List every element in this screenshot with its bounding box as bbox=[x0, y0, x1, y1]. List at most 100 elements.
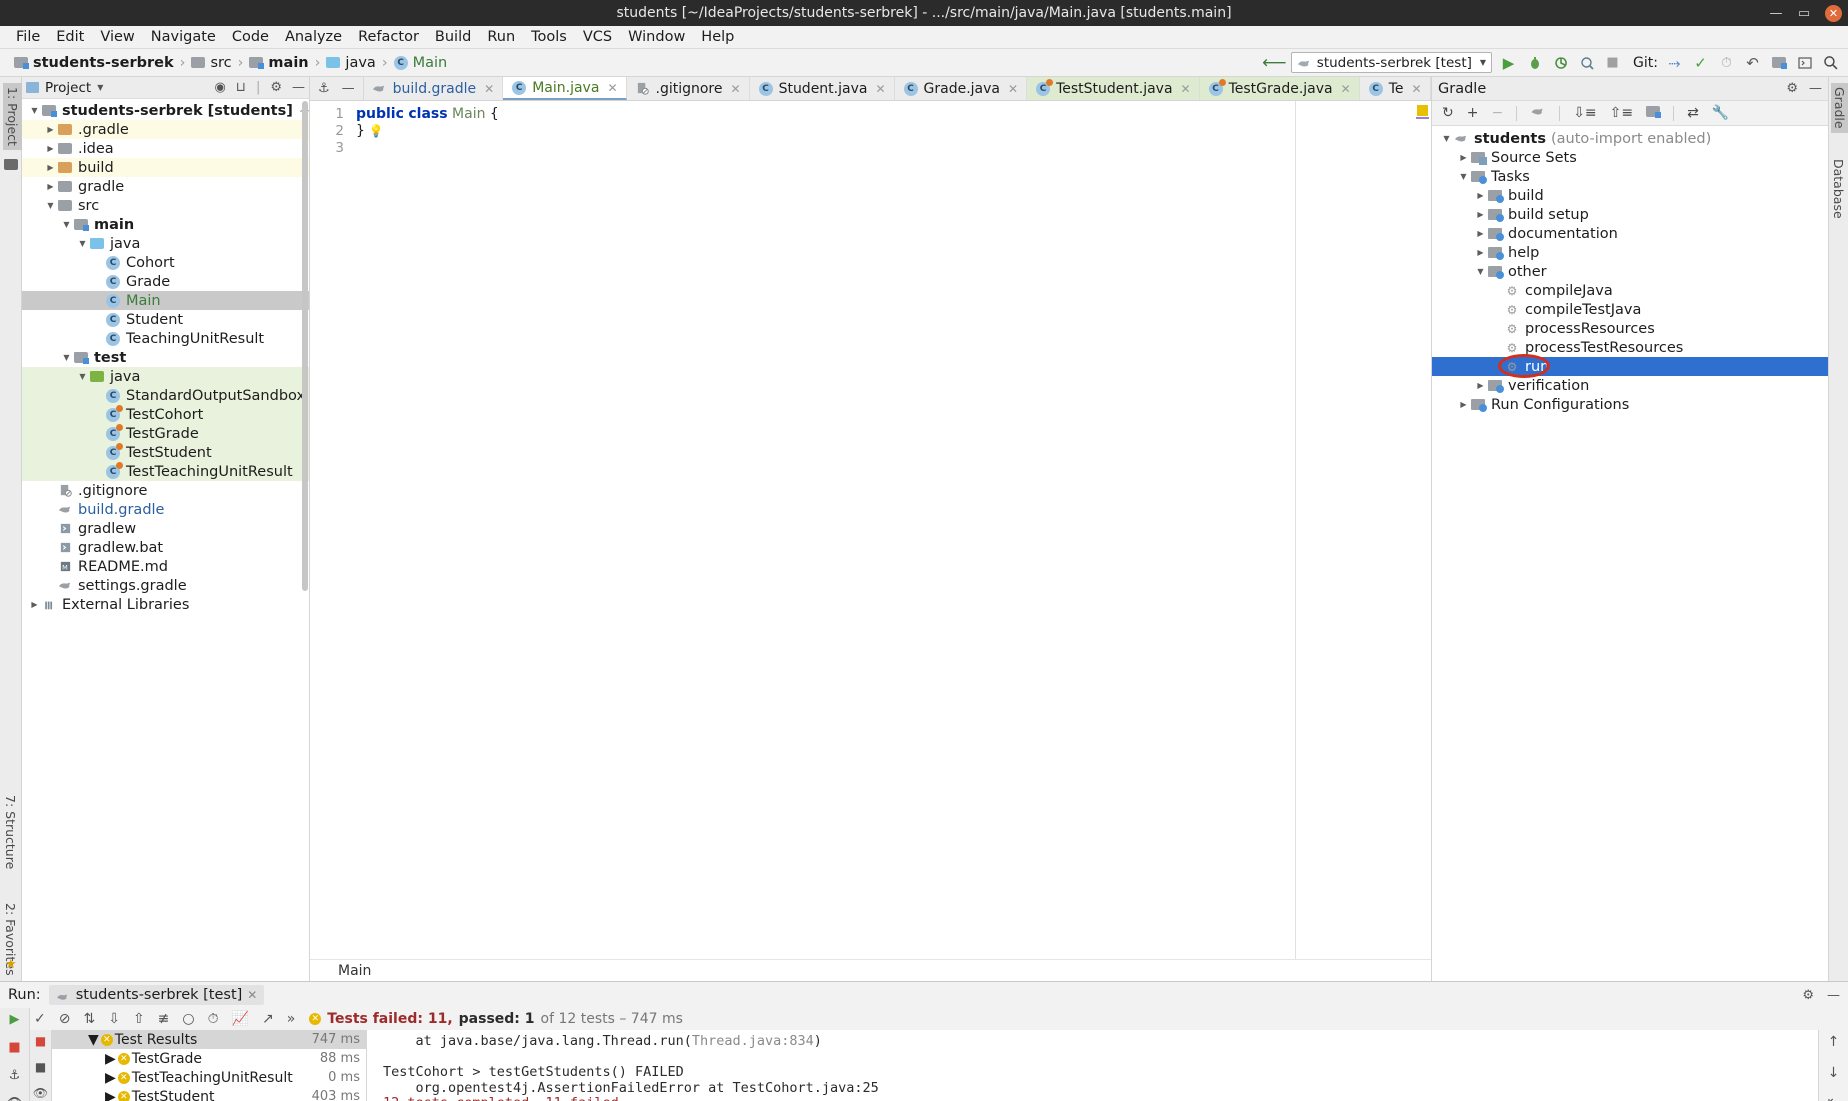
test-result-row[interactable]: ▼ ✕ Test Results 747 ms bbox=[52, 1030, 366, 1049]
gradle-task-tree[interactable]: ▼ students (auto-import enabled) ▶ Source Se… bbox=[1432, 126, 1828, 981]
collapse-icon[interactable]: ≢ bbox=[158, 1011, 170, 1027]
chevron-right-icon[interactable]: ▶ bbox=[1474, 191, 1487, 200]
project-tree-row[interactable]: gradlew bbox=[22, 519, 309, 538]
menu-view[interactable]: View bbox=[92, 27, 142, 47]
profiler-icon[interactable] bbox=[1577, 53, 1596, 72]
project-tree-row[interactable]: ▶ .idea bbox=[22, 139, 309, 158]
chevron-right-icon[interactable]: ▶ bbox=[105, 1051, 116, 1067]
settings-icon[interactable]: 🔧 bbox=[1712, 105, 1729, 121]
project-tree-row[interactable]: ▼ java bbox=[22, 234, 309, 253]
rerun-failed-icon[interactable]: ⊘ bbox=[59, 1011, 71, 1027]
menu-analyze[interactable]: Analyze bbox=[277, 27, 350, 47]
hide-run-icon[interactable]: 👁 bbox=[6, 1096, 23, 1101]
settings-icon[interactable]: ⚙ bbox=[270, 80, 282, 95]
project-tree-row[interactable]: C TestTeachingUnitResult bbox=[22, 461, 309, 481]
run-coverage-icon[interactable] bbox=[1551, 53, 1570, 72]
code-line[interactable]: } 💡 bbox=[356, 123, 1295, 140]
project-tree-row[interactable]: ▼ java bbox=[22, 367, 309, 386]
menu-navigate[interactable]: Navigate bbox=[143, 27, 224, 47]
project-tree-row[interactable]: ▶ gradle bbox=[22, 177, 309, 196]
rollback-icon[interactable]: ↶ bbox=[1743, 53, 1762, 72]
scroll-down-icon[interactable]: ↓ bbox=[1828, 1065, 1840, 1081]
close-icon[interactable]: ✕ bbox=[731, 82, 741, 96]
chevron-right-icon[interactable]: ▶ bbox=[44, 144, 57, 153]
breadcrumb-item-main-class[interactable]: C Main bbox=[393, 55, 447, 71]
chevron-right-icon[interactable]: ▶ bbox=[1474, 229, 1487, 238]
stop-icon[interactable]: ■ bbox=[8, 1040, 20, 1055]
breadcrumb-item-java[interactable]: java bbox=[326, 55, 376, 71]
close-icon[interactable]: ✕ bbox=[607, 81, 617, 95]
project-tree-row[interactable]: gradlew.bat bbox=[22, 538, 309, 557]
chevron-right-icon[interactable]: ▶ bbox=[1474, 248, 1487, 257]
menu-vcs[interactable]: VCS bbox=[575, 27, 620, 47]
run-icon[interactable]: ▶ bbox=[1499, 53, 1518, 72]
locate-icon[interactable]: ◉ bbox=[214, 80, 225, 95]
project-tree-row[interactable]: ▶ build bbox=[22, 158, 309, 177]
chevron-right-icon[interactable]: ▶ bbox=[44, 125, 57, 134]
sidebar-item-project[interactable]: 1: Project bbox=[3, 83, 22, 150]
pin-icon[interactable]: ⚓ bbox=[318, 81, 330, 96]
menu-file[interactable]: File bbox=[8, 27, 48, 47]
menu-build[interactable]: Build bbox=[427, 27, 479, 47]
project-tree-row[interactable]: ▼ main bbox=[22, 215, 309, 234]
add-icon[interactable]: + bbox=[1467, 105, 1479, 121]
chevron-down-icon[interactable]: ▼ bbox=[28, 106, 41, 115]
code-line[interactable] bbox=[356, 140, 1295, 157]
structure-icon[interactable] bbox=[1769, 53, 1788, 72]
chevron-down-icon[interactable]: ▼ bbox=[88, 1032, 99, 1048]
gradle-tree-row[interactable]: ▶ build bbox=[1432, 186, 1828, 205]
editor-tab[interactable]: C TestStudent.java ✕ bbox=[1027, 77, 1200, 100]
debug-icon[interactable] bbox=[1525, 53, 1544, 72]
gradle-tree-row[interactable]: ▼ Tasks bbox=[1432, 167, 1828, 186]
chevron-right-icon[interactable]: ▶ bbox=[44, 182, 57, 191]
update-project-icon[interactable]: ⤑ bbox=[1665, 53, 1684, 72]
hide-icon[interactable]: — bbox=[1827, 988, 1840, 1003]
gradle-tree-row[interactable]: ▶ Run Configurations bbox=[1432, 395, 1828, 414]
toggle-offline-icon[interactable]: ⇄ bbox=[1687, 105, 1699, 121]
minimize-button[interactable]: — bbox=[1769, 6, 1783, 20]
hide-icon[interactable]: — bbox=[1809, 81, 1822, 96]
project-tree-row[interactable]: C TeachingUnitResult bbox=[22, 329, 309, 348]
project-tree-row[interactable]: C Cohort bbox=[22, 253, 309, 272]
chevron-down-icon[interactable]: ▼ bbox=[76, 372, 89, 381]
gradle-tree-row[interactable]: ▶ build setup bbox=[1432, 205, 1828, 224]
project-tree-row[interactable]: M README.md bbox=[22, 557, 309, 576]
chevron-down-icon[interactable]: ▼ bbox=[1480, 58, 1486, 67]
project-tree-row[interactable]: C Grade bbox=[22, 272, 309, 291]
chevron-right-icon[interactable]: ▶ bbox=[1457, 153, 1470, 162]
chevron-down-icon[interactable]: ▼ bbox=[60, 353, 73, 362]
filter-icon[interactable]: ○ bbox=[182, 1011, 194, 1027]
chevron-right-icon[interactable]: ▶ bbox=[105, 1089, 116, 1101]
chevron-down-icon[interactable]: ▼ bbox=[97, 83, 103, 92]
editor-error-stripe[interactable] bbox=[1295, 101, 1431, 959]
breadcrumb-item-project[interactable]: students-serbrek bbox=[14, 55, 174, 71]
project-tree-row[interactable]: C StandardOutputSandbox bbox=[22, 386, 309, 405]
code-text-area[interactable]: public class Main {} 💡 bbox=[350, 101, 1295, 959]
menu-help[interactable]: Help bbox=[693, 27, 742, 47]
gradle-tree-row[interactable]: ⚙ compileTestJava bbox=[1432, 300, 1828, 319]
gradle-tree-row[interactable]: ⚙ processResources bbox=[1432, 319, 1828, 338]
collapse-all-icon[interactable]: ⇧ bbox=[133, 1011, 145, 1027]
export-icon[interactable]: ↗ bbox=[262, 1011, 274, 1027]
editor-tab[interactable]: C Main.java ✕ bbox=[503, 77, 627, 100]
close-icon[interactable]: ✕ bbox=[875, 82, 885, 96]
close-icon[interactable]: ✕ bbox=[484, 82, 494, 96]
terminal-icon[interactable] bbox=[1795, 53, 1814, 72]
run-configuration-selector[interactable]: students-serbrek [test] ▼ bbox=[1290, 52, 1493, 73]
project-tree-row[interactable]: build.gradle bbox=[22, 500, 309, 519]
gradle-task-run[interactable]: ⚙ run bbox=[1432, 357, 1828, 376]
gradle-tasks-icon[interactable] bbox=[1530, 105, 1546, 121]
code-line[interactable]: public class Main { bbox=[356, 106, 1295, 123]
gradle-tree-row[interactable]: ▼ students (auto-import enabled) bbox=[1432, 129, 1828, 148]
chevron-down-icon[interactable]: ▼ bbox=[76, 239, 89, 248]
collapse-all-icon[interactable]: ⇧≡ bbox=[1610, 105, 1633, 121]
chevron-down-icon[interactable]: ▼ bbox=[44, 201, 57, 210]
maximize-button[interactable]: ▭ bbox=[1797, 6, 1811, 20]
chart-icon[interactable]: 📈 bbox=[232, 1011, 249, 1027]
editor-tab[interactable]: build.gradle ✕ bbox=[364, 77, 504, 100]
sidebar-item-database[interactable]: Database bbox=[1831, 159, 1846, 219]
project-tree-row[interactable]: .gitignore bbox=[22, 481, 309, 500]
settings-icon[interactable]: ⚙ bbox=[1786, 81, 1798, 96]
gradle-tree-row[interactable]: ▼ other bbox=[1432, 262, 1828, 281]
rerun-icon[interactable]: ▶ bbox=[10, 1012, 20, 1027]
